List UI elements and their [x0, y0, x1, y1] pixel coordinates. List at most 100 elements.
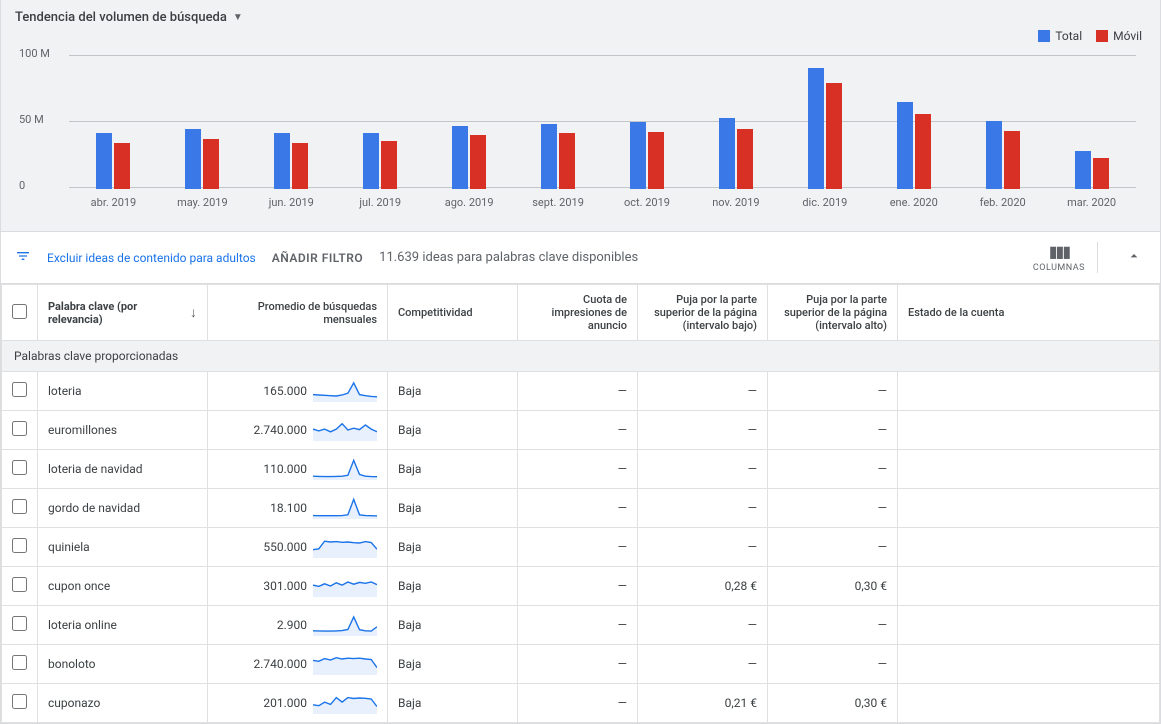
- bar-movil: [559, 133, 575, 189]
- bar-movil: [203, 139, 219, 189]
- ytick-100m: 100 M: [19, 47, 50, 60]
- table-row: bonoloto2.740.000Baja———: [2, 645, 1160, 684]
- bar-movil: [648, 132, 664, 189]
- header-account-status[interactable]: Estado de la cuenta: [898, 285, 1160, 341]
- bar-movil: [1093, 158, 1109, 189]
- group-label: Palabras clave proporcionadas: [2, 341, 1160, 372]
- account-status-cell: [898, 372, 1160, 411]
- month-label: dic. 2019: [780, 196, 869, 209]
- header-impression-share[interactable]: Cuota de impresiones de anuncio: [518, 285, 638, 341]
- keyword-cell[interactable]: cupon once: [38, 567, 208, 606]
- header-competition[interactable]: Competitividad: [388, 285, 518, 341]
- avg-searches-cell: 165.000: [208, 372, 388, 411]
- row-checkbox[interactable]: [12, 499, 27, 514]
- bid-low-cell: 0,21 €: [638, 684, 768, 723]
- keyword-cell[interactable]: loteria online: [38, 606, 208, 645]
- filter-icon[interactable]: [15, 248, 31, 267]
- sparkline: [313, 497, 377, 519]
- columns-label: COLUMNAS: [1033, 263, 1085, 273]
- table-row: gordo de navidad18.100Baja———: [2, 489, 1160, 528]
- row-checkbox[interactable]: [12, 694, 27, 709]
- month-label: may. 2019: [158, 196, 247, 209]
- keyword-cell[interactable]: cuponazo: [38, 684, 208, 723]
- ytick-50m: 50 M: [19, 113, 44, 126]
- bid-high-cell: —: [768, 528, 898, 567]
- account-status-cell: [898, 528, 1160, 567]
- keyword-cell[interactable]: loteria: [38, 372, 208, 411]
- month-label: jul. 2019: [336, 196, 425, 209]
- bar-total: [452, 126, 468, 189]
- row-checkbox[interactable]: [12, 538, 27, 553]
- sparkline: [313, 614, 377, 636]
- avg-searches-value: 550.000: [263, 540, 307, 554]
- impression-share-cell: —: [518, 372, 638, 411]
- keyword-cell[interactable]: bonoloto: [38, 645, 208, 684]
- bid-low-cell: —: [638, 411, 768, 450]
- row-checkbox[interactable]: [12, 616, 27, 631]
- competition-cell: Baja: [388, 372, 518, 411]
- bid-high-cell: 0,30 €: [768, 567, 898, 606]
- impression-share-cell: —: [518, 489, 638, 528]
- competition-cell: Baja: [388, 684, 518, 723]
- avg-searches-cell: 201.000: [208, 684, 388, 723]
- sparkline: [313, 380, 377, 402]
- chart-month-column: jul. 2019: [336, 51, 425, 189]
- chart-month-column: feb. 2020: [958, 51, 1047, 189]
- chart-title: Tendencia del volumen de búsqueda: [15, 10, 227, 25]
- impression-share-cell: —: [518, 645, 638, 684]
- header-bid-high[interactable]: Puja por la parte superior de la página …: [768, 285, 898, 341]
- chart-month-column: ago. 2019: [425, 51, 514, 189]
- chart-legend: Total Móvil: [1038, 29, 1142, 43]
- columns-button[interactable]: ▮▮▮ COLUMNAS: [1021, 242, 1098, 273]
- bar-total: [363, 133, 379, 189]
- month-label: abr. 2019: [69, 196, 158, 209]
- collapse-chevron-icon[interactable]: [1114, 248, 1146, 267]
- impression-share-cell: —: [518, 528, 638, 567]
- avg-searches-value: 201.000: [263, 696, 307, 710]
- sparkline: [313, 575, 377, 597]
- impression-share-cell: —: [518, 567, 638, 606]
- keywords-table: Palabra clave (por relevancia) ↓ Promedi…: [1, 284, 1160, 723]
- sort-arrow-down-icon: ↓: [190, 304, 197, 321]
- month-label: oct. 2019: [603, 196, 692, 209]
- account-status-cell: [898, 411, 1160, 450]
- legend-swatch-movil: [1096, 30, 1108, 42]
- bid-low-cell: —: [638, 372, 768, 411]
- select-all-checkbox[interactable]: [12, 304, 27, 319]
- bar-total: [185, 129, 201, 189]
- account-status-cell: [898, 567, 1160, 606]
- bid-high-cell: —: [768, 372, 898, 411]
- competition-cell: Baja: [388, 645, 518, 684]
- competition-cell: Baja: [388, 489, 518, 528]
- account-status-cell: [898, 684, 1160, 723]
- add-filter-button[interactable]: AÑADIR FILTRO: [272, 251, 363, 265]
- header-keyword[interactable]: Palabra clave (por relevancia) ↓: [38, 285, 208, 341]
- legend-total: Total: [1038, 29, 1082, 43]
- header-bid-low[interactable]: Puja por la parte superior de la página …: [638, 285, 768, 341]
- row-checkbox[interactable]: [12, 577, 27, 592]
- keyword-cell[interactable]: quiniela: [38, 528, 208, 567]
- row-checkbox[interactable]: [12, 421, 27, 436]
- row-checkbox[interactable]: [12, 460, 27, 475]
- filter-bar: Excluir ideas de contenido para adultos …: [1, 231, 1160, 284]
- chevron-down-icon: ▼: [233, 12, 243, 23]
- table-row: loteria online2.900Baja———: [2, 606, 1160, 645]
- table-row: cuponazo201.000Baja—0,21 €0,30 €: [2, 684, 1160, 723]
- bar-movil: [915, 114, 931, 189]
- competition-cell: Baja: [388, 411, 518, 450]
- bar-movil: [114, 143, 130, 189]
- keyword-cell[interactable]: loteria de navidad: [38, 450, 208, 489]
- keyword-cell[interactable]: euromillones: [38, 411, 208, 450]
- bar-total: [630, 122, 646, 189]
- sparkline: [313, 419, 377, 441]
- avg-searches-value: 301.000: [263, 579, 307, 593]
- sparkline: [313, 458, 377, 480]
- bar-movil: [292, 143, 308, 189]
- keyword-cell[interactable]: gordo de navidad: [38, 489, 208, 528]
- table-row: euromillones2.740.000Baja———: [2, 411, 1160, 450]
- avg-searches-cell: 110.000: [208, 450, 388, 489]
- chart-title-dropdown[interactable]: Tendencia del volumen de búsqueda ▼: [1, 0, 1160, 29]
- row-checkbox[interactable]: [12, 382, 27, 397]
- exclude-adult-link[interactable]: Excluir ideas de contenido para adultos: [47, 251, 256, 265]
- header-avg-searches[interactable]: Promedio de búsquedas mensuales: [208, 285, 388, 341]
